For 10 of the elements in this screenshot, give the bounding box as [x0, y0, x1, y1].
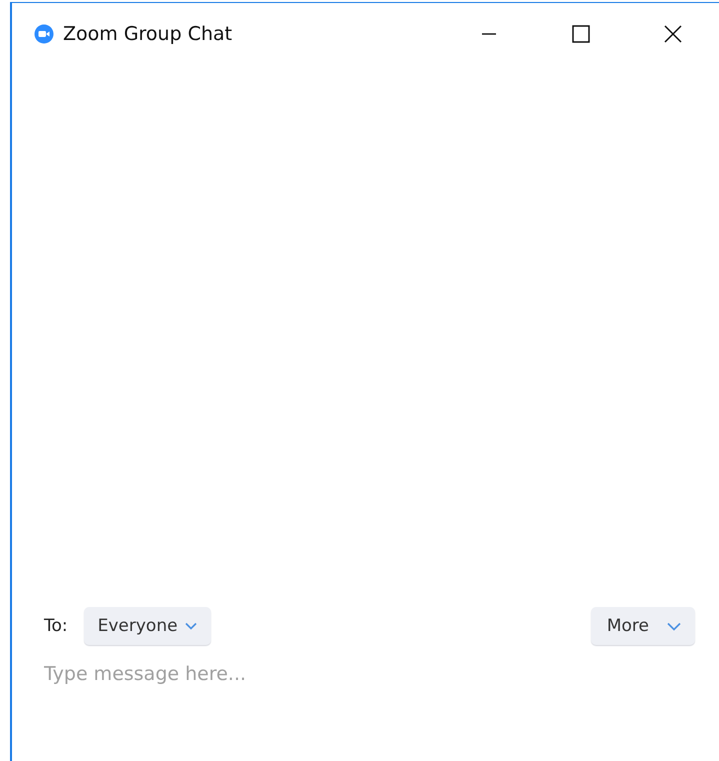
more-button[interactable]: More [590, 607, 695, 645]
minimize-icon [481, 33, 497, 35]
recipient-dropdown[interactable]: Everyone [84, 607, 211, 645]
to-label: To: [44, 616, 68, 636]
chevron-down-icon [184, 622, 197, 630]
maximize-icon [572, 25, 590, 43]
window-title: Zoom Group Chat [63, 23, 232, 45]
close-icon [664, 25, 682, 43]
chevron-down-icon [667, 622, 681, 630]
video-camera-icon [34, 24, 54, 44]
